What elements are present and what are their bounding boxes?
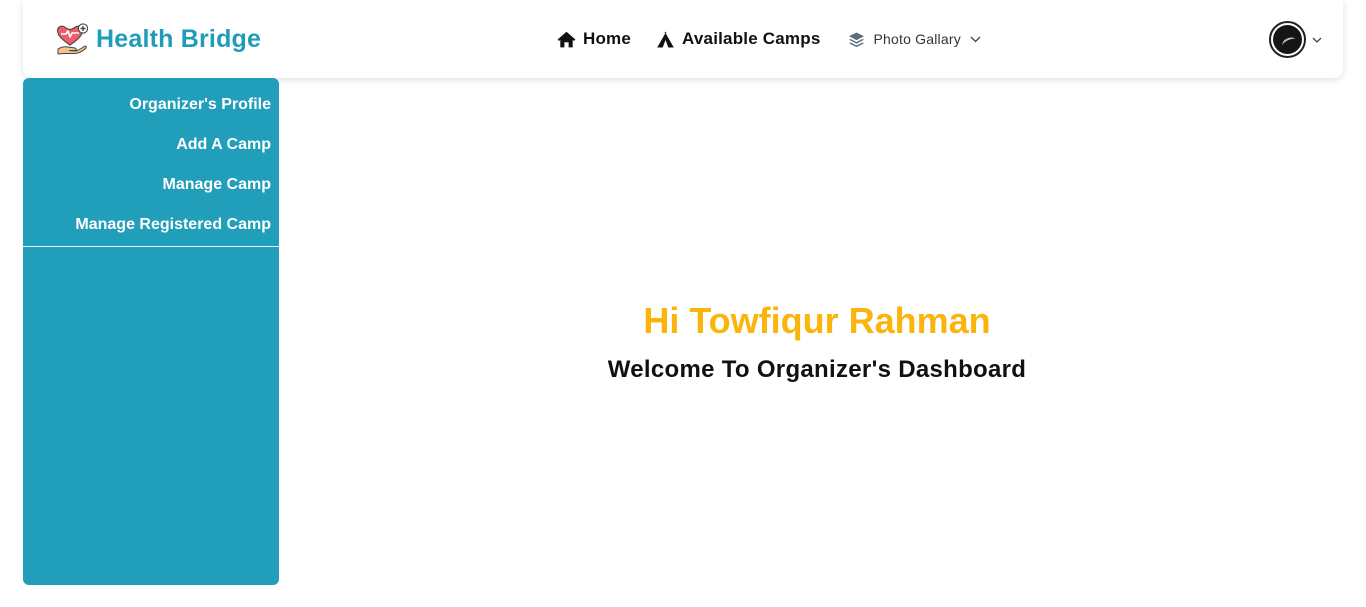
dashboard-sidebar: Organizer's Profile Add A Camp Manage Ca… [23, 78, 279, 585]
nav-available-camps-label: Available Camps [682, 29, 821, 48]
top-navbar: Health Bridge Home Available Camps Photo… [23, 0, 1343, 78]
nav-photo-gallery-dropdown[interactable]: Photo Gallary [848, 31, 981, 48]
dashboard-main: Hi Towfiqur Rahman Welcome To Organizer'… [279, 78, 1355, 585]
home-icon [557, 31, 576, 47]
tent-icon [657, 31, 674, 47]
nav-home-label: Home [583, 29, 632, 48]
heart-hand-icon [57, 23, 89, 55]
sidebar-item-manage-registered-camp[interactable]: Manage Registered Camp [23, 215, 279, 255]
brand-logo-link[interactable]: Health Bridge [55, 22, 261, 56]
chevron-down-icon [1312, 37, 1322, 43]
nav-available-camps-link[interactable]: Available Camps [656, 29, 820, 49]
sidebar-item-organizers-profile[interactable]: Organizer's Profile [23, 95, 279, 135]
user-menu-dropdown[interactable] [1269, 21, 1322, 58]
brand-name: Health Bridge [96, 24, 262, 53]
sidebar-item-add-a-camp[interactable]: Add A Camp [23, 135, 279, 175]
greeting-heading: Hi Towfiqur Rahman [643, 300, 991, 341]
sidebar-menu: Organizer's Profile Add A Camp Manage Ca… [23, 78, 279, 247]
avatar-image [1273, 25, 1302, 54]
nav-photo-gallery-label: Photo Gallary [873, 31, 961, 47]
welcome-subheading: Welcome To Organizer's Dashboard [607, 356, 1027, 383]
chevron-down-icon [970, 36, 981, 42]
main-nav: Home Available Camps Photo Gallary [557, 29, 981, 49]
nav-home-link[interactable]: Home [557, 29, 631, 49]
sidebar-item-manage-camp[interactable]: Manage Camp [23, 175, 279, 215]
layers-icon [849, 32, 865, 47]
avatar[interactable] [1269, 21, 1306, 58]
